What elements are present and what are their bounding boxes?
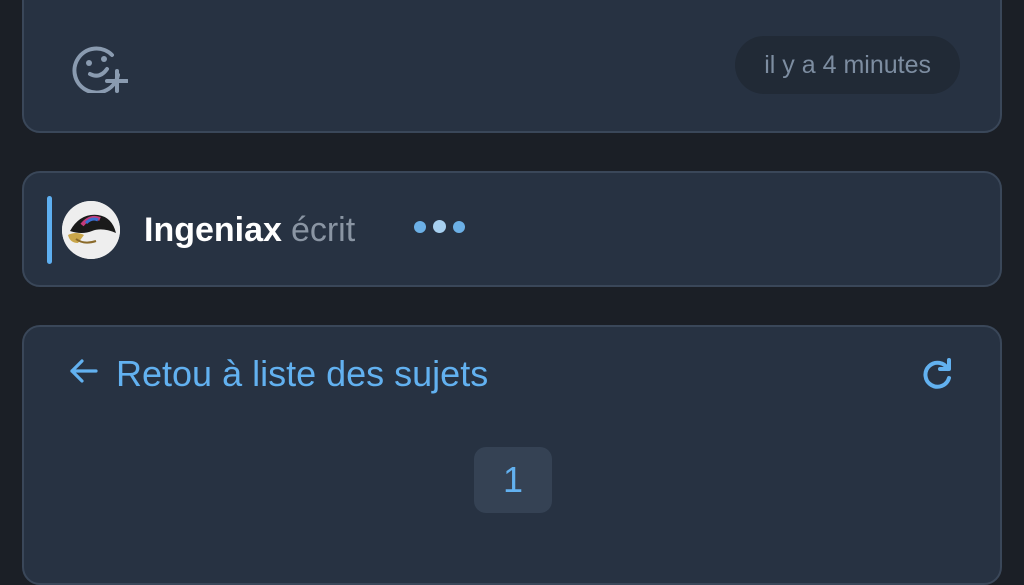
typing-dots-icon xyxy=(414,220,465,233)
typing-verb: écrit xyxy=(290,211,356,249)
refresh-icon[interactable] xyxy=(920,357,954,391)
back-to-topics-label: Retou à liste des sujets xyxy=(116,353,489,394)
typing-text: Ingeniax écrit xyxy=(144,205,355,255)
typing-dot xyxy=(453,221,465,233)
typing-dot xyxy=(414,221,426,233)
topic-navigation-card: Retou à liste des sujets 1 xyxy=(22,325,1002,585)
arrow-left-icon xyxy=(70,359,98,383)
pagination-page-button[interactable]: 1 xyxy=(474,447,552,513)
typing-dot xyxy=(433,220,446,233)
emoji-add-icon[interactable] xyxy=(72,41,129,95)
post-timestamp: il y a 4 minutes xyxy=(735,36,960,94)
typing-accent-bar xyxy=(47,196,52,264)
typing-username[interactable]: Ingeniax xyxy=(144,211,282,249)
back-to-topics-link[interactable]: Retou à liste des sujets xyxy=(66,349,488,399)
post-footer-card: il y a 4 minutes xyxy=(22,0,1002,133)
typing-indicator-card: Ingeniax écrit xyxy=(22,171,1002,287)
avatar[interactable] xyxy=(62,201,120,259)
